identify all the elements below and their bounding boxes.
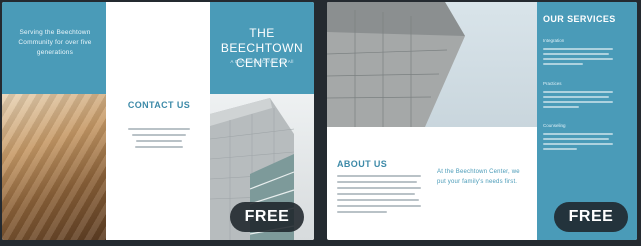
brochure-template-card-1[interactable]: Serving the Beechtown Community for over… (2, 2, 314, 240)
interior-stairs-photo (2, 94, 106, 240)
about-text-line (337, 205, 421, 207)
contact-text-line (128, 128, 190, 130)
about-us-heading: ABOUT US (337, 159, 388, 169)
building-corner-illustration (327, 2, 465, 127)
service-text-line (543, 106, 579, 108)
service-text-line (543, 58, 613, 60)
brochure-title: THE BEECHTOWN CENTER (220, 26, 304, 70)
free-badge: FREE (230, 202, 304, 232)
service-text-line (543, 138, 609, 140)
service-label: Integration (543, 38, 565, 43)
about-text-line (337, 181, 417, 183)
about-text-line (337, 199, 419, 201)
brochure-subtitle: A Community Center For All (230, 59, 294, 64)
our-services-heading: OUR SERVICES (543, 14, 616, 24)
service-text-line (543, 91, 613, 93)
about-text-line (337, 211, 387, 213)
service-text-line (543, 148, 577, 150)
contact-text-line (135, 146, 183, 148)
service-label: Counseling (543, 123, 566, 128)
brochure-quote: At the Beechtown Center, we put your fam… (437, 169, 520, 185)
free-badge: FREE (554, 202, 628, 232)
contact-us-heading: CONTACT US (127, 100, 191, 110)
service-text-line (543, 133, 613, 135)
contact-text-line (136, 140, 182, 142)
service-label: Practices (543, 81, 562, 86)
brochure-template-card-2[interactable]: OUR SERVICES Integration Practices Couns… (327, 2, 637, 240)
service-text-line (543, 96, 609, 98)
service-text-line (543, 53, 609, 55)
building-corner-photo (327, 2, 537, 127)
contact-text-line (132, 134, 186, 136)
about-text-line (337, 187, 421, 189)
brochure-tagline: Serving the Beechtown Community for over… (18, 29, 92, 56)
service-text-line (543, 143, 613, 145)
service-text-line (543, 101, 613, 103)
about-text-line (337, 193, 415, 195)
service-text-line (543, 63, 583, 65)
about-text-line (337, 175, 421, 177)
service-text-line (543, 48, 613, 50)
